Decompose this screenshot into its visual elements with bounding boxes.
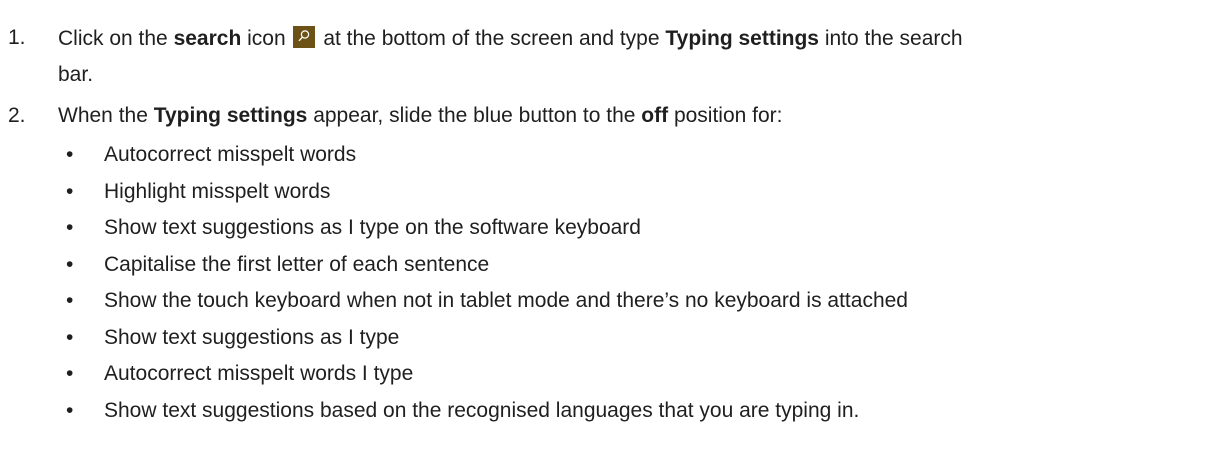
list-item-label: Capitalise the first letter of each sent… — [104, 252, 490, 276]
step-number: 2. — [8, 104, 26, 127]
step-number: 1. — [8, 26, 26, 49]
bullet-glyph: • — [66, 216, 74, 239]
text-run: icon — [241, 27, 292, 50]
text-run: position for: — [668, 104, 783, 127]
text-run: When the — [58, 104, 154, 127]
bold-term: Typing settings — [153, 104, 308, 127]
list-item-label: Show text suggestions as I type on the s… — [104, 216, 641, 239]
text-run: appear, slide the blue button to the — [307, 104, 642, 127]
search-icon — [293, 26, 316, 48]
bullet-glyph: • — [66, 362, 74, 385]
list-item-label: Autocorrect misspelt words — [104, 143, 357, 166]
list-item: • Show text suggestions as I type on the … — [0, 216, 1210, 253]
bold-term: Typing settings — [665, 27, 819, 50]
list-item: • Highlight misspelt words — [0, 180, 1210, 217]
bullet-glyph: • — [66, 143, 74, 166]
step-text: Click on the search icon at the bottom o… — [58, 26, 963, 51]
list-item: • Autocorrect misspelt words I type — [0, 362, 1210, 399]
bullet-glyph: • — [66, 289, 74, 312]
list-item: • Autocorrect misspelt words — [0, 143, 1210, 180]
instructions-document: 1. Click on the search icon at the botto… — [0, 0, 1210, 468]
list-item: • Show the touch keyboard when not in tab… — [0, 289, 1210, 326]
step-1-continuation: bar. — [58, 63, 94, 86]
bold-term: off — [641, 104, 669, 127]
settings-bullet-list: • Autocorrect misspelt words • Highlight m… — [0, 143, 1210, 435]
list-item-label: Autocorrect misspelt words I type — [104, 362, 414, 385]
list-item-label: Show text suggestions based on the recog… — [104, 398, 860, 422]
text-run: Click on the — [58, 27, 174, 50]
list-item-label: Highlight misspelt words — [104, 179, 331, 203]
list-item-label: Show the touch keyboard when not in tabl… — [104, 289, 908, 312]
step-text: When the Typing settings appear, slide t… — [58, 104, 783, 128]
list-item: • Capitalise the first letter of each sen… — [0, 253, 1210, 290]
bullet-glyph: • — [66, 252, 74, 276]
list-item-label: Show text suggestions as I type — [104, 325, 400, 349]
bullet-glyph: • — [66, 179, 74, 203]
bullet-glyph: • — [66, 325, 74, 349]
list-item: • Show text suggestions based on the reco… — [0, 399, 1210, 436]
text-run: into the search — [819, 27, 963, 50]
bullet-glyph: • — [66, 398, 74, 422]
text-run: at the bottom of the screen and type — [317, 27, 666, 50]
bold-term: search — [173, 27, 242, 50]
list-item: • Show text suggestions as I type — [0, 326, 1210, 363]
